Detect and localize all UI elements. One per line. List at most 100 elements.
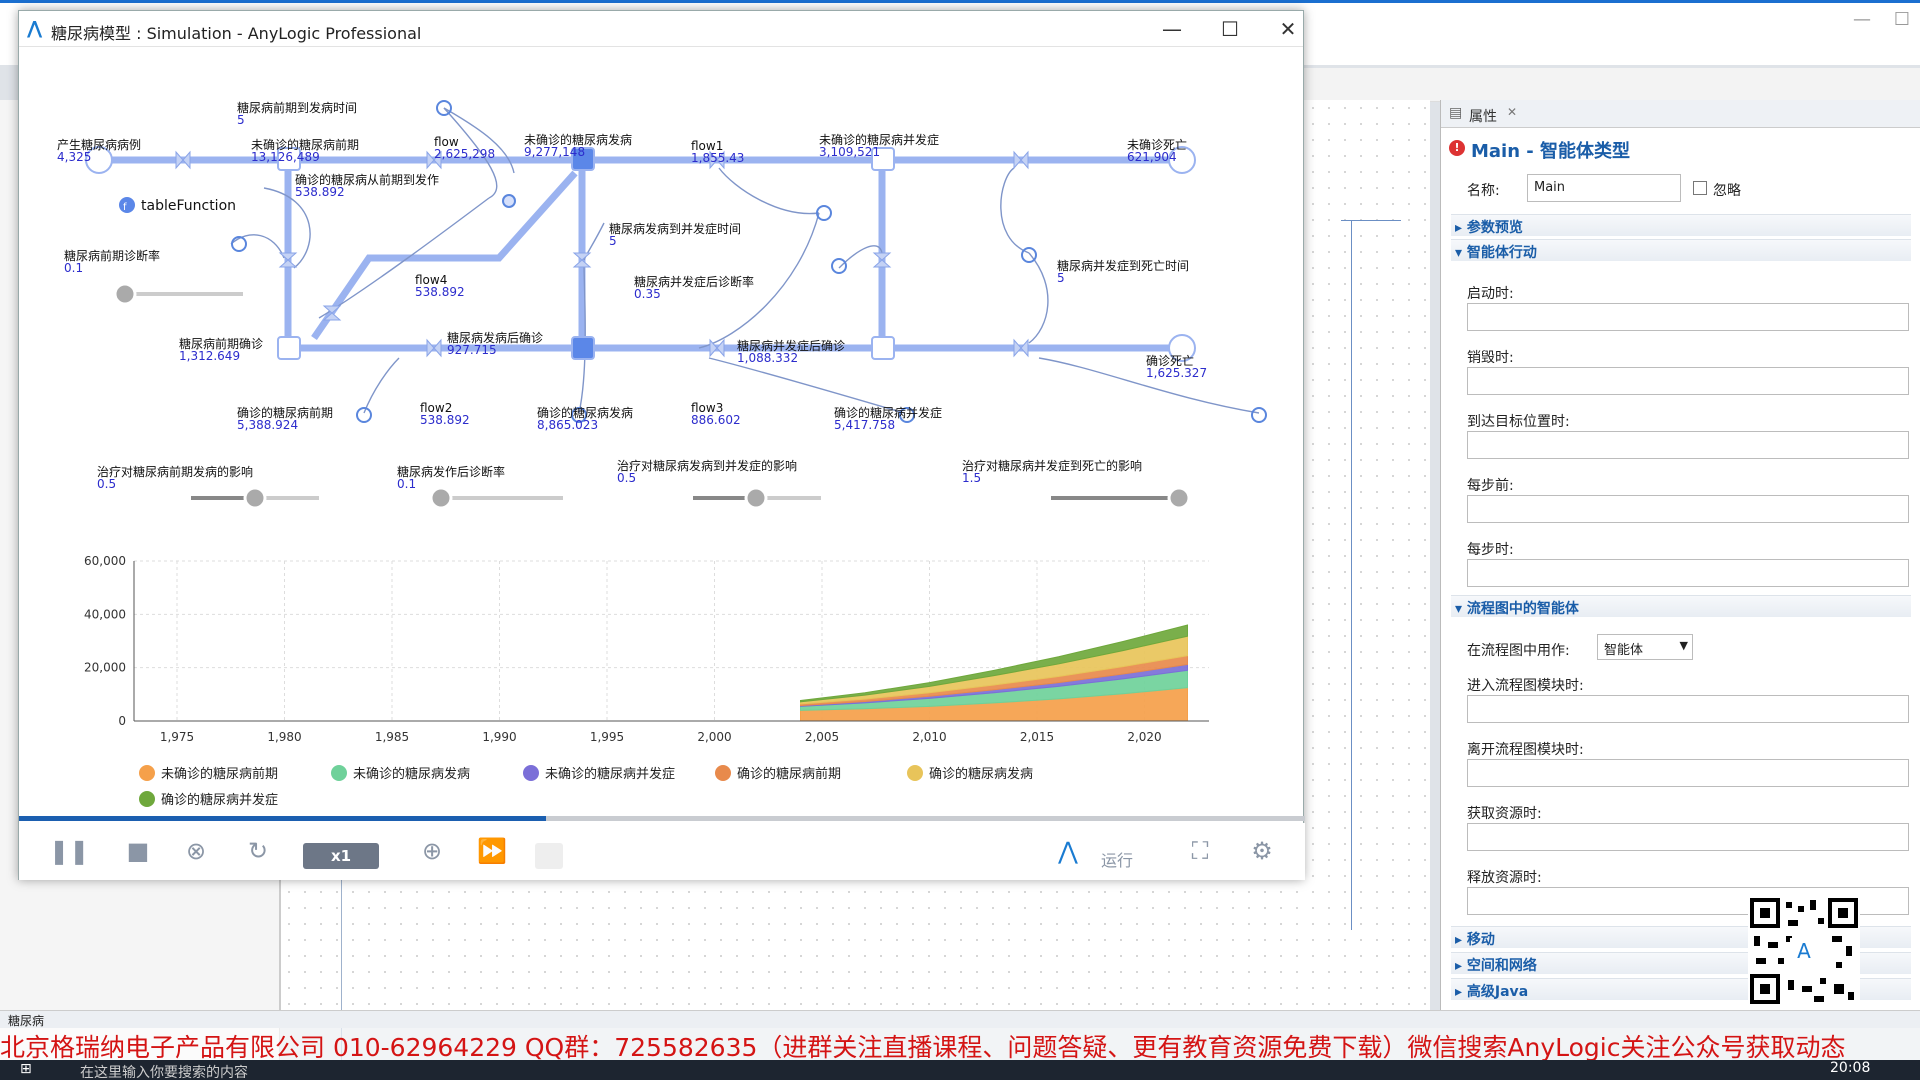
fullscreen-icon[interactable]: ⛶ [1183,837,1217,865]
field-input-exit[interactable] [1467,759,1909,787]
slider-treat-pre[interactable] [191,486,319,510]
section-actions[interactable]: ▾ 智能体行动 [1451,239,1911,261]
taskbar-search[interactable]: 在这里输入你要搜索的内容 [80,1062,248,1080]
value-delay1: 5 [237,113,245,127]
anylogic-icon[interactable]: ⋀ [1051,837,1085,865]
fast-forward-icon[interactable]: ⏩ [475,837,509,865]
simulation-window: ⋀ 糖尿病模型 : Simulation - AnyLogic Professi… [18,10,1305,880]
pause-button[interactable]: ❚❚ [49,837,89,865]
section-flowchart[interactable]: ▾ 流程图中的智能体 [1451,595,1911,617]
chevron-down-icon: ▼ [1679,639,1688,652]
field-label-seize: 获取资源时: [1467,806,1542,822]
use-as-label: 在流程图中用作: [1467,643,1570,659]
x-tick-label: 1,985 [375,730,409,744]
speed-reset-icon[interactable]: ↻ [241,837,275,865]
x-tick-label: 2,015 [1020,730,1054,744]
field-input-seize[interactable] [1467,823,1909,851]
close-icon[interactable]: ✕ [1507,105,1517,119]
properties-tab[interactable]: ▤ 属性 ✕ [1441,100,1920,128]
y-tick-label: 40,000 [84,607,126,621]
settings-icon[interactable]: ⚙ [1245,837,1279,865]
x-tick-label: 2,010 [912,730,946,744]
section-params-label: 参数预览 [1466,220,1523,236]
legend-dot [139,765,155,781]
label-dis-to-comp: 糖尿病发病到并发症时间 [609,221,741,236]
field-input-on-step[interactable] [1467,559,1909,587]
ignore-checkbox[interactable] [1693,181,1707,195]
field-label-enter: 进入流程图模块时: [1467,678,1584,694]
field-input-arrival[interactable] [1467,431,1909,459]
stock-diag-pre [277,336,301,360]
name-label: 名称: [1467,183,1500,199]
ide-window-controls[interactable]: — ☐ [1853,9,1910,30]
legend-dot [907,765,923,781]
section-java-label: 高级Java [1466,984,1529,1000]
legend-dot [523,765,539,781]
section-actions-label: 智能体行动 [1466,245,1537,261]
value-comp-after-diag: 1,088.332 [737,351,798,365]
value-dis-to-comp: 5 [609,234,617,248]
slider-pre-diag-rate[interactable] [113,282,243,306]
windows-start-icon[interactable]: ⊞ [20,1061,32,1077]
speed-indicator[interactable]: x1 [303,843,379,869]
minimize-button[interactable]: — [1147,15,1197,43]
slider-treat-comp[interactable] [1051,486,1191,510]
value-dis-after-diag: 927.715 [447,343,497,357]
step-icon[interactable]: ⊕ [415,837,449,865]
field-input-destroy[interactable] [1467,367,1909,395]
chart-areas [800,624,1188,722]
y-tick-label: 20,000 [84,661,126,675]
close-window-button[interactable]: ✕ [1263,15,1313,43]
stock-flow-diagram[interactable]: f 糖尿病前期到发病时间5 产生糖尿病病例4,325 未确诊的糖尿病前期13,1… [19,48,1305,528]
field-label-destroy: 销毁时: [1467,350,1514,366]
stop-button[interactable]: ■ [121,837,155,865]
value-diag-pre-to-dis: 538.892 [295,185,345,199]
use-as-select[interactable]: 智能体 ▼ [1597,634,1693,660]
legend-label: 未确诊的糖尿病并发症 [545,767,676,782]
value-pre-diag-rate: 0.1 [64,261,83,275]
label-treat-pre: 治疗对糖尿病前期发病的影响 [97,464,253,479]
aux-variable [502,194,516,208]
legend-item-4: 确诊的糖尿病发病 [907,763,1033,782]
legend-item-2: 未确诊的糖尿病并发症 [523,763,675,782]
left-tab-label[interactable]: 糖尿病 [8,1012,44,1029]
name-input-value: Main [1534,180,1566,195]
value-pre-diag: 1,312.649 [179,349,240,363]
value-flow4: 538.892 [415,285,465,299]
legend-label: 确诊的糖尿病并发症 [161,793,279,808]
x-tick-label: 1,990 [482,730,516,744]
properties-panel: ▤ 属性 ✕ ! Main - 智能体类型 名称: Main 忽略 ▸ 参数预览… [1440,100,1920,1010]
slider-treat-dis[interactable] [693,486,821,510]
legend-label: 未确诊的糖尿病前期 [161,767,279,782]
svg-text:A: A [1797,939,1811,963]
error-icon: ! [1449,140,1465,156]
sim-control-bar: ❚❚ ■ ⊗ ↻ x1 ⊕ ⏩ ⋀ 运行 ⛶ ⚙ [19,823,1305,880]
editor-frame-line-top [1341,220,1401,221]
legend-item-3: 确诊的糖尿病前期 [715,763,841,782]
legend-label: 确诊的糖尿病前期 [737,767,842,782]
qr-code: A [1748,896,1860,1006]
field-label-start: 启动时: [1467,286,1514,302]
slider-post-onset-rate[interactable] [429,486,563,510]
x-tick-label: 1,980 [267,730,301,744]
slower-button[interactable]: ⊗ [179,837,213,865]
value-treat-pre: 0.5 [97,477,116,491]
value-flow: 2,625,298 [434,147,495,161]
value-undiag-pre: 13,126,489 [251,150,320,164]
legend-item-0: 未确诊的糖尿病前期 [139,763,278,782]
maximize-button[interactable]: ☐ [1205,15,1255,43]
value-comp-diag-rate: 0.35 [634,287,661,301]
field-input-enter[interactable] [1467,695,1909,723]
progress-fill [19,816,547,821]
flow-pipes [109,156,1179,352]
editor-frame-line [1351,220,1352,930]
ide-toolbar [1300,68,1920,102]
y-tick-label: 0 [118,714,126,728]
stock-diag-dis [571,336,595,360]
ignore-label: 忽略 [1713,183,1741,199]
name-input[interactable]: Main [1527,174,1681,202]
y-tick-label: 60,000 [84,554,126,568]
section-params[interactable]: ▸ 参数预览 [1451,214,1911,236]
field-input-start[interactable] [1467,303,1909,331]
field-input-before-step[interactable] [1467,495,1909,523]
